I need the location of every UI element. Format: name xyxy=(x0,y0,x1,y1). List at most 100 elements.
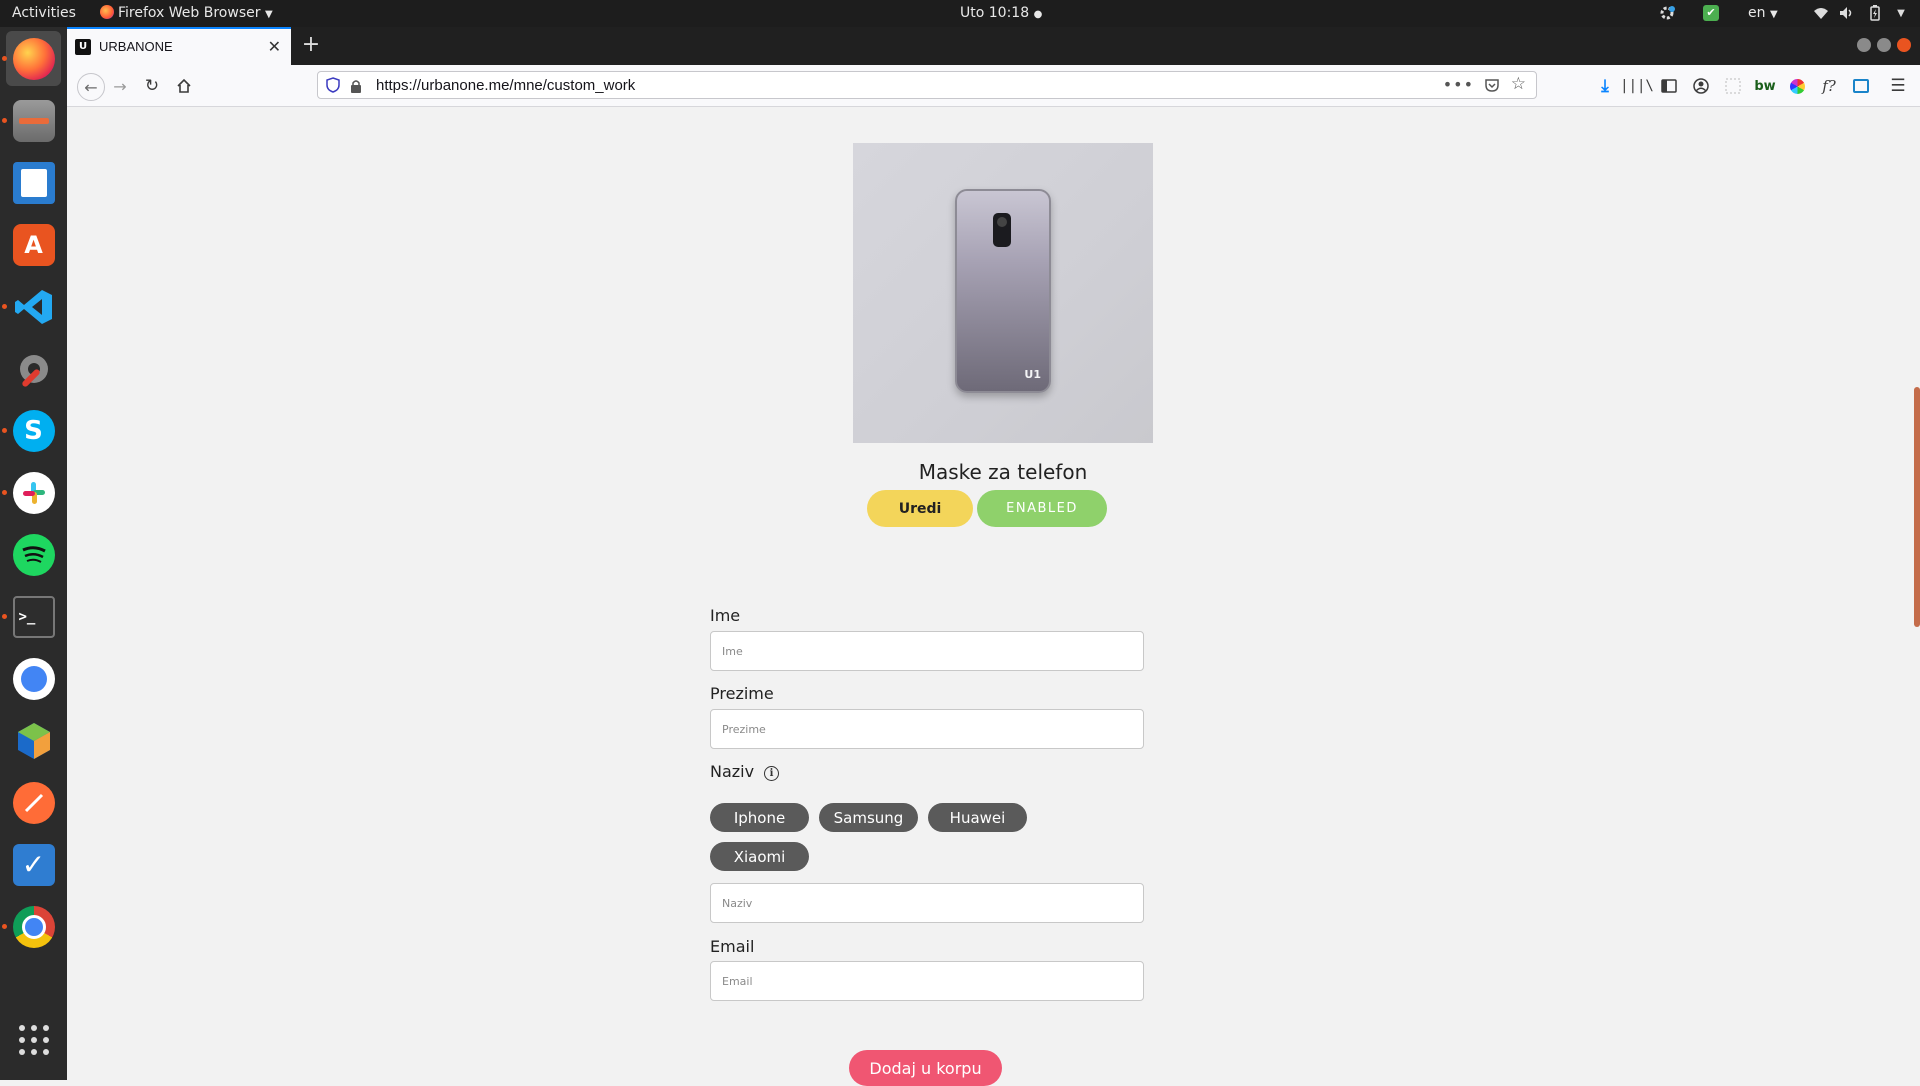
dock-writer[interactable] xyxy=(6,155,61,210)
file-cabinet-icon xyxy=(12,99,55,142)
url-text: https://urbanone.me/mne/custom_work xyxy=(376,77,636,94)
model-input[interactable] xyxy=(710,883,1144,923)
notification-dot-icon: ● xyxy=(1033,9,1043,20)
dock-chrome[interactable] xyxy=(6,899,61,954)
scrollbar[interactable] xyxy=(1914,387,1920,627)
volume-icon[interactable] xyxy=(1838,4,1856,22)
color-wheel-icon xyxy=(1789,78,1805,94)
forward-button[interactable]: → xyxy=(109,75,131,97)
minimize-icon[interactable] xyxy=(1857,38,1871,52)
gear-indicator-icon[interactable] xyxy=(1658,4,1676,22)
shopping-bag-icon: A xyxy=(12,223,55,266)
edit-button[interactable]: Uredi xyxy=(867,490,973,527)
last-name-input[interactable] xyxy=(710,709,1144,749)
dock-software[interactable]: A xyxy=(6,217,61,272)
dock-spotify[interactable] xyxy=(6,527,61,582)
sidebar-button[interactable] xyxy=(1658,75,1680,97)
terminal-icon: >_ xyxy=(12,595,55,638)
last-name-label: Prezime xyxy=(710,684,774,703)
enabled-status-button[interactable]: ENABLED xyxy=(977,490,1107,527)
arrow-left-icon: ← xyxy=(84,77,98,97)
dock-postman[interactable] xyxy=(6,775,61,830)
first-name-input[interactable] xyxy=(710,631,1144,671)
chevron-down-icon: ▼ xyxy=(1769,9,1778,20)
chip-samsung[interactable]: Samsung xyxy=(819,803,918,832)
lock-icon[interactable] xyxy=(350,78,362,97)
new-tab-button[interactable]: + xyxy=(299,33,323,57)
dock-settings[interactable] xyxy=(6,341,61,396)
code-editor-icon xyxy=(13,286,55,328)
system-top-bar: Activities Firefox Web Browser ▼ Uto 10:… xyxy=(0,0,1920,27)
pocket-icon[interactable] xyxy=(1484,77,1500,97)
app-menu[interactable]: Firefox Web Browser ▼ xyxy=(100,5,273,21)
close-icon[interactable]: ✕ xyxy=(268,37,281,56)
show-applications-button[interactable] xyxy=(6,1012,61,1067)
bookmark-star-icon[interactable]: ☆ xyxy=(1511,74,1526,94)
ubuntu-dock: A S >_ ✓ xyxy=(0,27,67,1080)
document-icon xyxy=(12,161,55,204)
dock-android-studio[interactable] xyxy=(6,651,61,706)
chip-xiaomi[interactable]: Xiaomi xyxy=(710,842,809,871)
chrome-icon xyxy=(12,905,55,948)
maximize-icon[interactable] xyxy=(1877,38,1891,52)
window-close-icon[interactable] xyxy=(1897,38,1911,52)
clock[interactable]: Uto 10:18 ● xyxy=(960,5,1042,21)
extension-bw-button[interactable]: bw xyxy=(1754,75,1776,97)
wifi-icon[interactable] xyxy=(1812,4,1830,22)
library-button[interactable]: |||\ xyxy=(1620,75,1654,97)
chip-iphone[interactable]: Iphone xyxy=(710,803,809,832)
running-indicator-icon xyxy=(2,490,7,495)
first-name-label: Ime xyxy=(710,606,741,625)
running-indicator-icon xyxy=(2,924,7,929)
dock-vscode[interactable] xyxy=(6,279,61,334)
reload-button[interactable]: ↻ xyxy=(141,75,163,97)
bw-extension-icon: bw xyxy=(1754,78,1776,94)
reload-icon: ↻ xyxy=(144,76,160,96)
tab-urbanone[interactable]: U URBANONE ✕ xyxy=(67,27,291,65)
info-icon[interactable]: i xyxy=(764,766,779,781)
arrow-right-icon: → xyxy=(113,76,127,96)
power-menu-icon[interactable]: ▼ xyxy=(1892,4,1910,22)
downloads-button[interactable]: ⤓ xyxy=(1594,75,1616,97)
product-image: U1 xyxy=(853,143,1153,443)
dock-terminal[interactable]: >_ xyxy=(6,589,61,644)
sidebar-icon xyxy=(1661,79,1677,93)
phone-case-illustration: U1 xyxy=(955,189,1051,393)
dock-slack[interactable] xyxy=(6,465,61,520)
dock-skype[interactable]: S xyxy=(6,403,61,458)
language-indicator[interactable]: en ▼ xyxy=(1748,5,1778,21)
email-input[interactable] xyxy=(710,961,1144,1001)
shield-icon[interactable] xyxy=(326,77,340,97)
account-icon xyxy=(1693,78,1709,94)
product-title: Maske za telefon xyxy=(918,460,1088,484)
url-bar[interactable]: https://urbanone.me/mne/custom_work ••• … xyxy=(317,71,1537,99)
extension-font-button[interactable]: f? xyxy=(1818,75,1840,97)
tab-strip: U URBANONE ✕ + xyxy=(67,27,1920,65)
home-button[interactable] xyxy=(173,75,195,97)
extension-screenshot-button[interactable] xyxy=(1722,75,1744,97)
back-button[interactable]: ← xyxy=(77,73,105,101)
library-icon: |||\ xyxy=(1620,78,1654,94)
web-page: U1 Maske za telefon Uredi ENABLED Ime Pr… xyxy=(67,107,1920,1086)
spotify-icon xyxy=(12,533,55,576)
model-label: Naziv xyxy=(710,762,755,781)
dock-files[interactable] xyxy=(6,93,61,148)
status-check-icon[interactable]: ✔ xyxy=(1702,4,1720,22)
chip-huawei[interactable]: Huawei xyxy=(928,803,1027,832)
add-to-cart-button[interactable]: Dodaj u korpu xyxy=(849,1050,1002,1086)
wrench-gear-icon xyxy=(13,348,55,390)
account-button[interactable] xyxy=(1690,75,1712,97)
email-label: Email xyxy=(710,937,755,956)
postman-icon xyxy=(12,781,55,824)
running-indicator-icon xyxy=(2,118,7,123)
extension-color-button[interactable] xyxy=(1786,75,1808,97)
menu-button[interactable]: ☰ xyxy=(1887,75,1909,97)
activities-button[interactable]: Activities xyxy=(12,5,76,21)
extension-sync-button[interactable] xyxy=(1850,75,1872,97)
dock-tasks[interactable]: ✓ xyxy=(6,837,61,892)
navigation-toolbar: ← → ↻ https://urbanone.me/mne/custom_wor… xyxy=(67,65,1920,107)
page-actions-icon[interactable]: ••• xyxy=(1443,75,1474,94)
battery-icon[interactable] xyxy=(1866,4,1884,22)
dock-firefox[interactable] xyxy=(6,31,61,86)
dock-netbeans[interactable] xyxy=(6,713,61,768)
